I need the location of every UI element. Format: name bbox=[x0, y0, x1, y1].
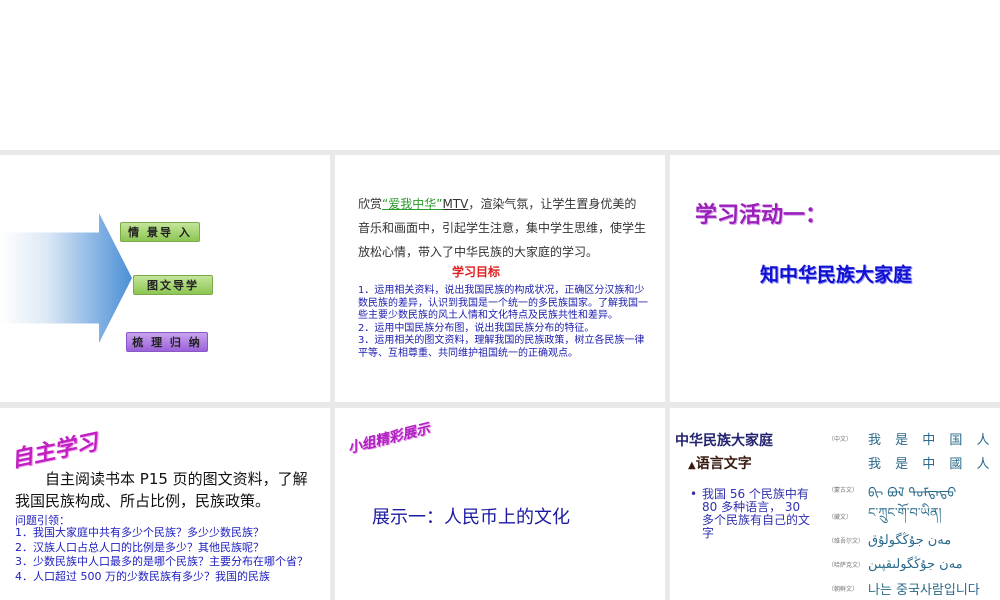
goal-item: 2．运用中国民族分布图，说出我国民族分布的特征。 bbox=[358, 322, 595, 334]
goal-item: 3．运用相关的图文资料，理解我国的民族政策，树立各民族一律平等、互相尊重、共同维… bbox=[358, 335, 645, 359]
language-subtitle: ▲语言文字 bbox=[688, 453, 752, 473]
slide-thumbnail-1[interactable]: 情 景导 入 图文导学 梳 理 归 纳 bbox=[0, 155, 330, 402]
activity-subtitle: 知中华民族大家庭 bbox=[760, 264, 913, 286]
script-label: （哈萨克文） bbox=[828, 561, 865, 569]
script-label: （中文） bbox=[828, 435, 853, 443]
question-item: 3．少数民族中人口最多的是哪个民族？主要分布在哪个省？ bbox=[15, 555, 308, 568]
slide-thumbnail-4[interactable]: 自主学习 自主阅读书本 P15 页的图文资料，了解我国民族构成、所占比例，民族政… bbox=[0, 408, 330, 600]
script-label: （蒙古文） bbox=[828, 486, 859, 494]
script-text: مەن جۇڭگولۇق bbox=[868, 532, 952, 548]
bullet-text: 我国 56 个民族中有 80 多种语言， 30 多个民族有自己的文字 bbox=[702, 487, 811, 540]
script-row: （哈萨克文） مەن جۇڭگولىقپىن bbox=[828, 552, 998, 576]
script-row: （朝鲜文） 나는 중국사람입니다 bbox=[828, 576, 998, 600]
questions-list: 1．我国大家庭中共有多少个民族？多少少数民族？ 2．汉族人口占总人口的比例是多少… bbox=[15, 526, 320, 584]
tag-graphic-guide: 图文导学 bbox=[133, 275, 213, 295]
group-show-title: 小组精彩展示 bbox=[346, 420, 432, 457]
question-item: 2．汉族人口占总人口的比例是多少？其他民族呢？ bbox=[15, 540, 264, 554]
intro-paragraph: 欣赏“爱我中华”MTV，渲染气氛，让学生置身优美的音乐和画面中，引起学生注意，集… bbox=[358, 192, 648, 264]
bullet-icon: • bbox=[690, 487, 698, 501]
script-text: مەن جۇڭگولىقپىن bbox=[868, 556, 963, 572]
tag-scene-intro: 情 景导 入 bbox=[120, 222, 200, 242]
goals-list: 1．运用相关资料，说出我国民族的构成状况，正确区分汉族和少数民族的差异，认识到我… bbox=[358, 285, 648, 360]
self-study-title: 自主学习 bbox=[8, 430, 101, 473]
tag-summary: 梳 理 归 纳 bbox=[126, 332, 208, 352]
script-row: （维吾尔文） مەن جۇڭگولۇق bbox=[828, 528, 998, 552]
bullet-item: • 我国 56 个民族中有 80 多种语言， 30 多个民族有自己的文字 bbox=[690, 488, 815, 540]
language-subtitle-text: 语言文字 bbox=[695, 456, 752, 472]
scripts-panel: （中文）我 是 中 国 人 我 是 中 國 人 （蒙古文） ᠪᠢ ᠪᠣᠯ ᠳᠤᠮᠳ… bbox=[828, 426, 998, 600]
question-item: 1．我国大家庭中共有多少个民族？多少少数民族？ bbox=[15, 526, 264, 539]
script-text: 나는 중국사람입니다 bbox=[868, 582, 980, 598]
script-row: 我 是 中 國 人 bbox=[828, 450, 998, 474]
script-text: 我 是 中 國 人 bbox=[868, 456, 995, 472]
script-label: （藏文） bbox=[828, 513, 853, 521]
slide-thumbnail-6[interactable]: 中华民族大家庭 ▲语言文字 • 我国 56 个民族中有 80 多种语言， 30 多… bbox=[670, 408, 1000, 600]
slide-thumbnail-5[interactable]: 小组精彩展示 展示一：人民币上的文化 bbox=[335, 408, 665, 600]
goals-title: 学习目标 bbox=[452, 265, 501, 279]
song-title: “爱我中华” bbox=[382, 197, 443, 211]
slide-thumbnail-3[interactable]: 学习活动一： 知中华民族大家庭 bbox=[670, 155, 1000, 402]
script-row: （中文） 我 是 中 国 人 bbox=[828, 426, 998, 450]
arrow-graphic bbox=[0, 213, 132, 343]
script-text: ང་ཀྲུང་གོ་བ་ཡིན། bbox=[868, 505, 942, 521]
show-item: 展示一：人民币上的文化 bbox=[372, 507, 570, 528]
self-study-intro: 自主阅读书本 P15 页的图文资料，了解我国民族构成、所占比例，民族政策。 bbox=[15, 470, 308, 510]
mtv-label: MTV bbox=[442, 197, 469, 211]
question-item: 4．人口超过 500 万的少数民族有多少？我国的民族 bbox=[15, 569, 270, 583]
goal-item: 1．运用相关资料，说出我国民族的构成状况，正确区分汉族和少数民族的差异，认识到我… bbox=[358, 285, 648, 321]
family-title: 中华民族大家庭 bbox=[675, 433, 773, 449]
script-label: （朝鲜文） bbox=[828, 585, 859, 593]
slide-thumbnail-2[interactable]: 欣赏“爱我中华”MTV，渲染气氛，让学生置身优美的音乐和画面中，引起学生注意，集… bbox=[335, 155, 665, 402]
slide-sorter-grid: 情 景导 入 图文导学 梳 理 归 纳 欣赏“爱我中华”MTV，渲染气氛，让学生… bbox=[0, 150, 1000, 600]
script-row: （藏文） ང་ཀྲུང་གོ་བ་ཡིན། bbox=[828, 504, 998, 528]
script-text: 我 是 中 国 人 bbox=[868, 432, 995, 448]
script-label: （维吾尔文） bbox=[828, 537, 865, 545]
intro-prefix: 欣赏 bbox=[358, 197, 383, 211]
activity-title: 学习活动一： bbox=[695, 203, 828, 228]
caret-icon: ▲ bbox=[688, 460, 696, 471]
